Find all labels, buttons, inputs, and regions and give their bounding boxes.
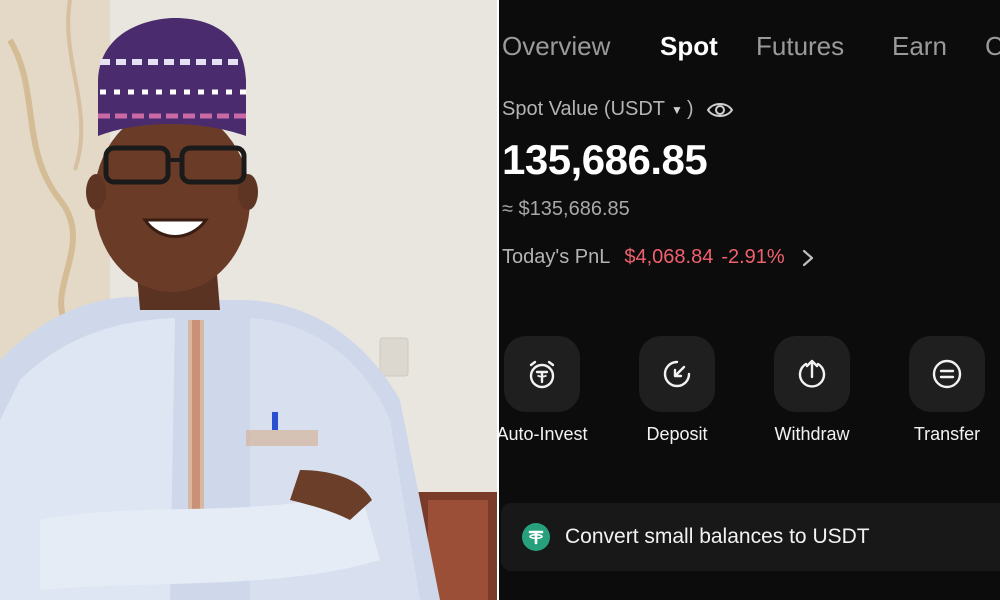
auto-invest-label: Auto-Invest xyxy=(499,424,588,444)
spot-wallet-screen: Overview Spot Futures Earn C Spot Value … xyxy=(499,0,1000,600)
wallet-tabs: Overview Spot Futures Earn C xyxy=(499,30,1000,66)
auto-invest-button[interactable]: Auto-Invest xyxy=(499,336,602,445)
spot-value-usd-approx: ≈ $135,686.85 xyxy=(502,198,630,220)
transfer-icon xyxy=(932,359,962,389)
withdraw-label: Withdraw xyxy=(774,424,850,444)
auto-invest-icon-box xyxy=(504,336,580,412)
spot-value-amount: 135,686.85 xyxy=(502,136,708,183)
profile-photo xyxy=(0,0,498,600)
chevron-right-icon[interactable] xyxy=(801,247,815,269)
withdraw-button[interactable]: Withdraw xyxy=(752,336,872,445)
todays-pnl-row[interactable]: Today's PnL $4,068.84 -2.91% xyxy=(502,246,815,269)
auto-invest-icon xyxy=(529,360,555,389)
spot-value-label-close: ) xyxy=(686,98,694,120)
withdraw-icon-box xyxy=(774,336,850,412)
tab-earn[interactable]: Earn xyxy=(892,30,947,62)
caret-down-icon[interactable]: ▼ xyxy=(671,103,683,117)
deposit-label: Deposit xyxy=(646,424,708,444)
tab-futures[interactable]: Futures xyxy=(756,30,844,62)
convert-small-balances-banner[interactable]: Convert small balances to USDT xyxy=(501,503,1000,571)
deposit-button[interactable]: Deposit xyxy=(617,336,737,445)
tab-spot[interactable]: Spot xyxy=(660,30,718,62)
convert-banner-text: Convert small balances to USDT xyxy=(565,525,870,548)
deposit-icon-box xyxy=(639,336,715,412)
transfer-button[interactable]: Transfer xyxy=(887,336,1000,445)
person-photo-illustration xyxy=(0,0,498,600)
transfer-label: Transfer xyxy=(913,424,981,444)
pnl-amount: $4,068.84 xyxy=(624,246,714,268)
eye-icon[interactable] xyxy=(706,100,734,120)
pnl-label: Today's PnL xyxy=(502,246,611,268)
withdraw-icon xyxy=(798,359,826,388)
usdt-icon xyxy=(522,523,550,551)
pnl-percent: -2.91% xyxy=(721,246,785,268)
spot-value-label: Spot Value (USDT ▼ ) xyxy=(502,98,734,121)
deposit-icon xyxy=(663,360,691,388)
tab-overview[interactable]: Overview xyxy=(502,30,610,62)
tab-truncated[interactable]: C xyxy=(985,30,1000,62)
spot-value-label-text: Spot Value (USDT xyxy=(502,98,666,120)
transfer-icon-box xyxy=(909,336,985,412)
